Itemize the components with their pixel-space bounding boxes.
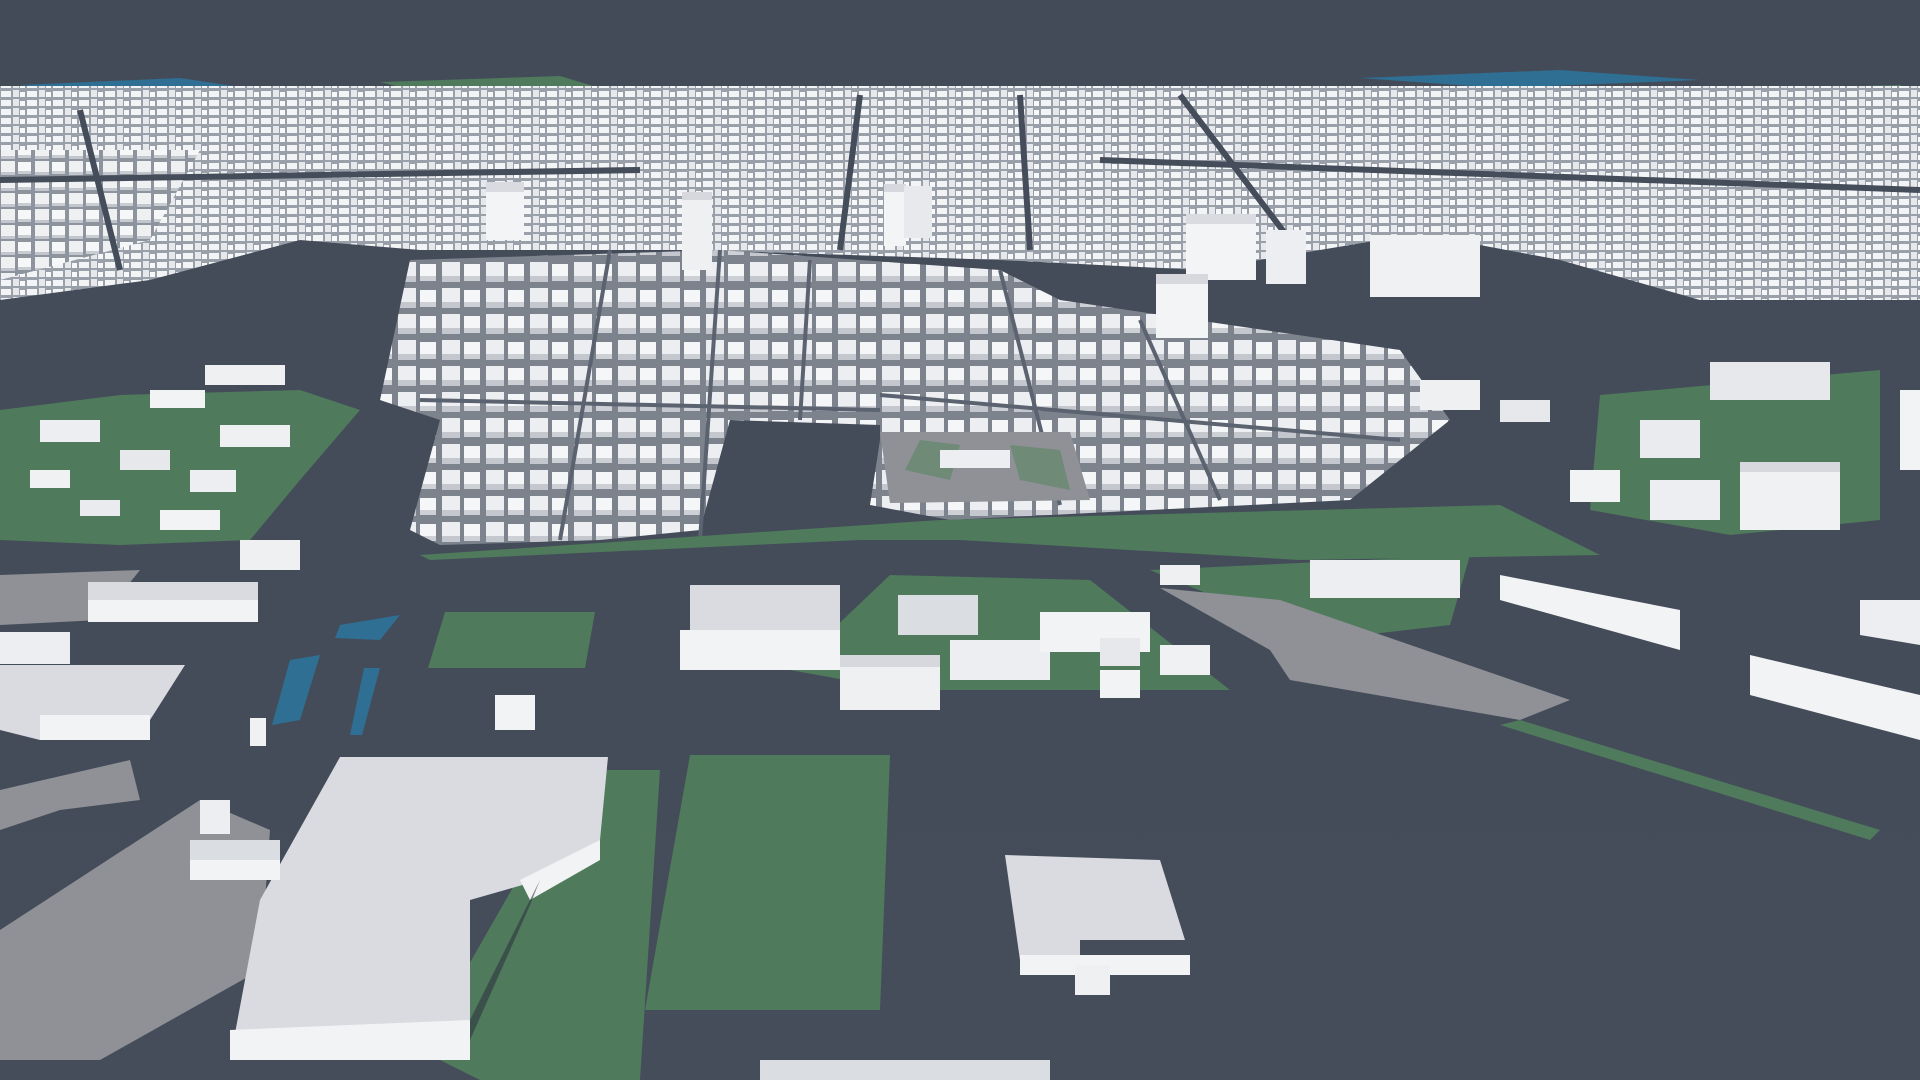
map-viewport[interactable] (0, 0, 1920, 1080)
foreground-building-center (1005, 855, 1190, 995)
city-3d-map[interactable] (0, 0, 1920, 1080)
plaza-building (940, 450, 1010, 468)
field-north (428, 612, 595, 668)
foreground-building-bottom (760, 1060, 1050, 1080)
